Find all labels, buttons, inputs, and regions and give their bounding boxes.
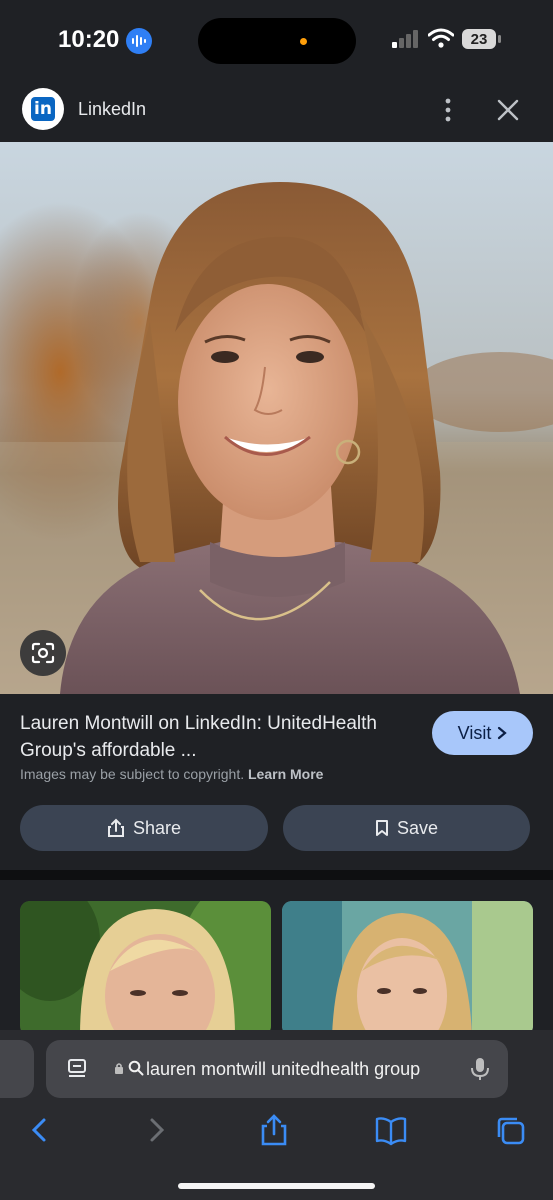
url-text[interactable]: lauren montwill unitedhealth group	[146, 1059, 420, 1080]
lock-icon	[114, 1062, 124, 1080]
section-divider	[0, 870, 553, 880]
bookmarks-button[interactable]	[374, 1114, 408, 1148]
bookmark-icon	[375, 820, 388, 836]
back-button[interactable]	[24, 1114, 58, 1148]
related-image-thumbnail[interactable]	[20, 901, 271, 1036]
visit-button[interactable]: Visit	[432, 711, 533, 755]
related-image-thumbnail[interactable]	[282, 901, 533, 1036]
visit-label: Visit	[457, 722, 492, 743]
status-time: 10:20	[58, 26, 120, 53]
close-icon[interactable]	[496, 98, 520, 122]
battery-indicator: 23	[462, 29, 496, 49]
previous-tab-preview[interactable]	[0, 1040, 34, 1098]
tabs-icon	[497, 1117, 525, 1145]
share-label: Share	[132, 817, 182, 838]
copyright-notice: Images may be subject to copyright. Lear…	[20, 766, 323, 782]
chevron-left-icon	[31, 1118, 46, 1142]
learn-more-link[interactable]: Learn More	[248, 766, 323, 782]
search-icon	[128, 1060, 144, 1081]
more-options-icon[interactable]	[438, 97, 458, 123]
save-label: Save	[396, 817, 439, 838]
page-menu-icon[interactable]	[66, 1058, 88, 1085]
wifi-icon	[427, 28, 455, 53]
share-button[interactable]: Share	[20, 805, 268, 851]
chevron-right-icon	[150, 1118, 165, 1142]
share-icon	[107, 818, 124, 837]
cellular-signal-icon	[392, 30, 420, 53]
copyright-text: Images may be subject to copyright.	[20, 766, 245, 782]
linkedin-logo-mark: in	[31, 97, 55, 121]
battery-cap	[498, 35, 501, 43]
result-title[interactable]: Lauren Montwill on LinkedIn: UnitedHealt…	[20, 710, 400, 764]
browser-share-button[interactable]	[258, 1114, 292, 1148]
tabs-button[interactable]	[494, 1114, 528, 1148]
lens-icon	[31, 642, 55, 664]
share-icon	[261, 1114, 287, 1146]
forward-button[interactable]	[144, 1114, 178, 1148]
save-button[interactable]: Save	[283, 805, 530, 851]
book-icon	[375, 1117, 407, 1146]
home-indicator[interactable]	[178, 1183, 375, 1189]
microphone-icon[interactable]	[470, 1056, 490, 1087]
privacy-indicator-dot	[300, 38, 307, 45]
linkedin-logo-icon[interactable]: in	[22, 88, 64, 130]
chevron-right-icon	[498, 726, 508, 740]
google-lens-button[interactable]	[20, 630, 66, 676]
dynamic-island	[198, 18, 356, 64]
source-site-name[interactable]: LinkedIn	[78, 99, 146, 120]
result-image[interactable]	[0, 142, 553, 694]
audio-recording-icon	[126, 28, 152, 54]
